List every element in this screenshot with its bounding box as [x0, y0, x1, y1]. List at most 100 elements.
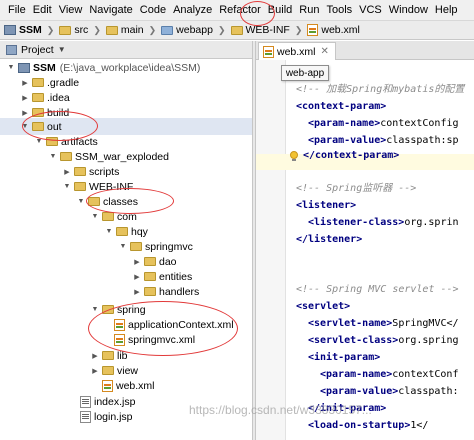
- collapse-arrow-icon[interactable]: ▶: [20, 94, 30, 102]
- jsp-file-icon: [80, 410, 91, 423]
- collapse-arrow-icon[interactable]: ▶: [90, 367, 100, 375]
- menu-navigate[interactable]: Navigate: [89, 4, 132, 16]
- folder-icon: [74, 167, 86, 176]
- menu-run[interactable]: Run: [299, 4, 319, 16]
- tree-item-springmvc-xml[interactable]: springmvc.xml: [114, 331, 195, 348]
- menu-analyze[interactable]: Analyze: [173, 4, 212, 16]
- code-line: <listener>: [296, 200, 357, 211]
- chevron-right-icon: ❯: [46, 24, 55, 35]
- expand-arrow-icon[interactable]: ▼: [20, 123, 30, 130]
- folder-icon: [32, 93, 44, 102]
- folder-icon: [102, 305, 114, 314]
- web-folder-icon: [161, 25, 174, 35]
- module-icon: [4, 25, 16, 35]
- code-line: </context-param>: [303, 150, 400, 161]
- breadcrumb-item-main[interactable]: main ❯: [105, 24, 161, 36]
- folder-icon: [102, 366, 114, 375]
- folder-icon: [32, 78, 44, 87]
- breadcrumb-item-web-xml[interactable]: web.xml: [307, 24, 360, 36]
- expand-arrow-icon[interactable]: ▼: [90, 213, 100, 220]
- folder-icon: [32, 122, 44, 131]
- menu-help[interactable]: Help: [435, 4, 458, 16]
- code-line: <!-- 加载Spring和mybatis的配置: [296, 84, 465, 95]
- tree-item-login-jsp[interactable]: login.jsp: [80, 408, 133, 425]
- breadcrumb-item-ssm[interactable]: SSM ❯: [4, 24, 59, 36]
- expand-arrow-icon[interactable]: ▼: [62, 183, 72, 190]
- code-line: <!-- Spring MVC servlet -->: [296, 284, 459, 295]
- xml-file-icon: [102, 379, 113, 392]
- code-line: <load-on-startup>1</: [308, 420, 429, 431]
- tooltip: web-app: [281, 65, 329, 81]
- expand-arrow-icon[interactable]: ▼: [104, 228, 114, 235]
- collapse-arrow-icon[interactable]: ▶: [20, 79, 30, 87]
- chevron-right-icon: ❯: [148, 24, 157, 35]
- folder-icon: [102, 351, 114, 360]
- breadcrumb: SSM ❯ src ❯ main ❯ webapp ❯ WEB-INF ❯ web.xml: [0, 20, 474, 40]
- chevron-right-icon: ❯: [217, 24, 226, 35]
- menu-refactor[interactable]: Refactor: [219, 4, 261, 16]
- editor-gutter: [256, 60, 286, 440]
- menu-edit[interactable]: Edit: [33, 4, 52, 16]
- collapse-arrow-icon[interactable]: ▶: [132, 273, 142, 281]
- breadcrumb-item-src[interactable]: src ❯: [59, 24, 106, 36]
- jsp-file-icon: [80, 395, 91, 408]
- chevron-right-icon: ❯: [93, 24, 101, 35]
- code-line: <servlet-class>org.spring: [308, 335, 459, 346]
- tab-web-xml[interactable]: web.xml ✕: [258, 42, 336, 60]
- menu-build[interactable]: Build: [268, 4, 292, 16]
- folder-icon: [59, 25, 72, 35]
- project-panel-title: Project: [21, 43, 54, 56]
- folder-icon: [32, 108, 44, 117]
- menu-bar: File Edit View Navigate Code Analyze Ref…: [0, 0, 474, 20]
- module-icon: [18, 62, 30, 73]
- folder-icon: [144, 287, 156, 296]
- code-line: </listener>: [296, 234, 363, 245]
- collapse-arrow-icon[interactable]: ▶: [20, 109, 30, 117]
- tree-item-handlers[interactable]: ▶ handlers: [132, 283, 199, 300]
- expand-arrow-icon[interactable]: ▼: [34, 138, 44, 145]
- expand-arrow-icon[interactable]: ▼: [118, 243, 128, 250]
- folder-icon: [144, 272, 156, 281]
- folder-icon: [60, 152, 72, 161]
- code-editor[interactable]: <!-- 加载Spring和mybatis的配置 <context-param>…: [256, 60, 474, 440]
- menu-tools[interactable]: Tools: [326, 4, 352, 16]
- menu-code[interactable]: Code: [140, 4, 166, 16]
- collapse-arrow-icon[interactable]: ▶: [62, 168, 72, 176]
- menu-window[interactable]: Window: [389, 4, 428, 16]
- breadcrumb-item-web-inf[interactable]: WEB-INF ❯: [230, 24, 308, 36]
- expand-arrow-icon[interactable]: ▼: [6, 64, 16, 71]
- code-line: <init-param>: [308, 352, 381, 363]
- folder-icon: [88, 197, 100, 206]
- code-line: <!-- Spring监听器 -->: [296, 183, 417, 194]
- code-line: <servlet>: [296, 301, 351, 312]
- code-line: <param-value>classpath:: [320, 386, 459, 397]
- code-line: <context-param>: [296, 101, 387, 112]
- menu-file[interactable]: File: [8, 4, 26, 16]
- xml-file-icon: [114, 318, 125, 331]
- breadcrumb-item-webapp[interactable]: webapp ❯: [161, 24, 230, 36]
- expand-arrow-icon[interactable]: ▼: [48, 153, 58, 160]
- folder-icon: [230, 25, 243, 35]
- close-icon[interactable]: ✕: [321, 46, 329, 57]
- code-line: <listener-class>org.sprin: [308, 217, 459, 228]
- chevron-down-icon[interactable]: ▼: [58, 45, 66, 54]
- chevron-right-icon: ❯: [294, 24, 303, 35]
- menu-vcs[interactable]: VCS: [359, 4, 382, 16]
- collapse-arrow-icon[interactable]: ▶: [90, 352, 100, 360]
- lightbulb-icon[interactable]: [290, 151, 299, 161]
- xml-file-icon: [263, 45, 274, 58]
- folder-icon: [130, 242, 142, 251]
- folder-icon: [74, 182, 86, 191]
- project-panel-header[interactable]: Project ▼: [0, 41, 252, 59]
- folder-icon: [105, 25, 118, 35]
- project-icon: [6, 44, 17, 55]
- collapse-arrow-icon[interactable]: ▶: [132, 258, 142, 266]
- folder-icon: [116, 227, 128, 236]
- code-line: <param-name>contextConfig: [308, 118, 459, 129]
- expand-arrow-icon[interactable]: ▼: [76, 198, 86, 205]
- tree-item-web-xml[interactable]: web.xml: [102, 377, 155, 394]
- collapse-arrow-icon[interactable]: ▶: [132, 288, 142, 296]
- watermark: https://blog.csdn.net/w33830157...: [189, 403, 372, 417]
- menu-view[interactable]: View: [59, 4, 83, 16]
- expand-arrow-icon[interactable]: ▼: [90, 306, 100, 313]
